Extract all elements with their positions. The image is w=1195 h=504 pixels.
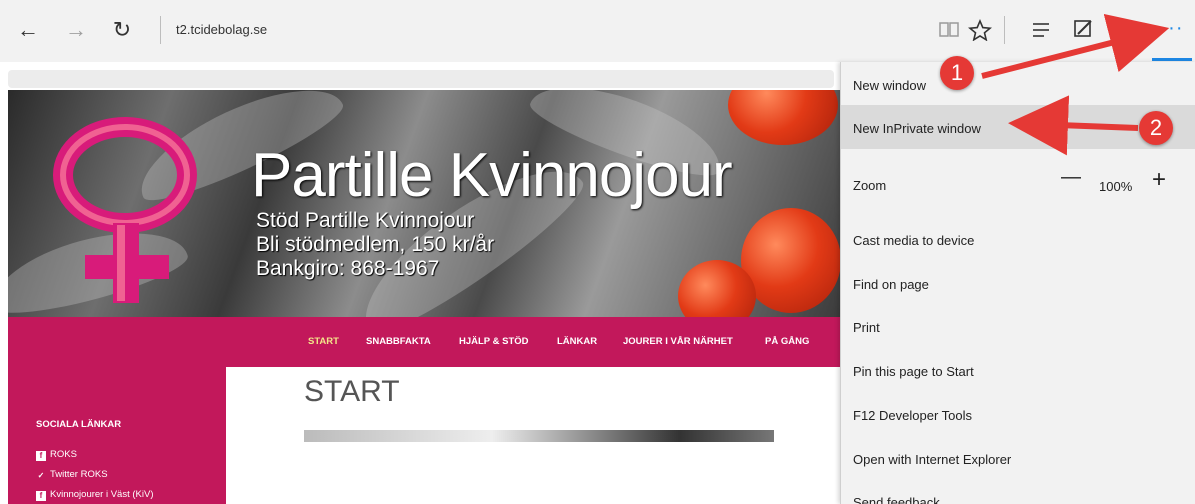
annotation-badge-1: 1 [940, 56, 974, 90]
annotation-arrows [981, 13, 1170, 156]
arrow-to-inprivate [1008, 95, 1139, 156]
annotation-badge-2: 2 [1139, 111, 1173, 145]
arrow-to-more-button [981, 13, 1170, 79]
